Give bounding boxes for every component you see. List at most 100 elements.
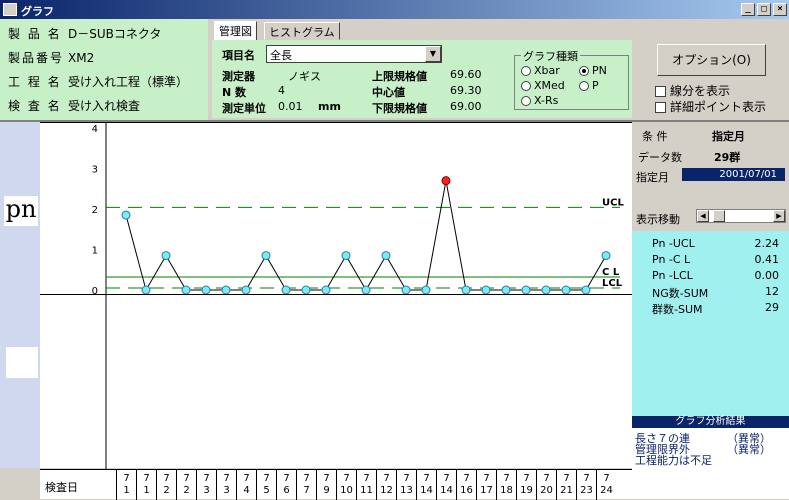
lsl-value: 69.00: [450, 100, 482, 113]
date-month: 7: [243, 473, 250, 484]
data-point: [201, 285, 211, 294]
data-point: [381, 251, 391, 261]
date-month: 7: [283, 473, 290, 484]
date-cell: 73: [216, 470, 236, 500]
unit-suffix: mm: [318, 100, 341, 113]
title-bar[interactable]: グラフ _ □ ×: [0, 0, 789, 19]
data-point: [281, 285, 291, 294]
control-panel: 項目名 全長 ▼ 測定器 ノギス N 数 4 測定単位 0.01 mm 上限規格…: [212, 40, 632, 118]
product-no-value: XM2: [68, 51, 95, 65]
scroll-thumb[interactable]: [713, 210, 725, 222]
close-button[interactable]: ×: [773, 3, 787, 16]
tab-histogram[interactable]: ヒストグラム: [264, 22, 340, 40]
options-button[interactable]: オプション(O): [657, 44, 766, 76]
radio-xmed[interactable]: XMed: [521, 79, 565, 92]
date-month: 7: [503, 473, 510, 484]
data-point: [181, 285, 191, 294]
date-cell: 7 18: [496, 470, 516, 500]
date-day: 6: [283, 485, 290, 496]
date-month: 7: [263, 473, 270, 484]
usl-value: 69.60: [450, 68, 482, 81]
stat-label: NG数-SUM: [652, 287, 709, 300]
date-cell: 74: [236, 470, 256, 500]
date-month: 7: [423, 473, 430, 484]
radio-dot[interactable]: [521, 66, 531, 76]
date-cell: 73: [196, 470, 216, 500]
show-detail-checkbox[interactable]: 詳細ポイント表示: [655, 98, 766, 115]
date-day: 2: [183, 485, 190, 496]
condition-panel: 条 件 指定月 データ数 29群 指定月 2001/07/01 表示移動 ◀ ▶: [632, 122, 789, 230]
chevron-down-icon[interactable]: ▼: [425, 46, 441, 62]
out-of-control-point: [441, 176, 451, 186]
radio-dot[interactable]: [579, 81, 589, 91]
date-cell: 7 14: [416, 470, 436, 500]
checkbox-label: 線分を表示: [670, 84, 731, 98]
checkbox-box[interactable]: [655, 86, 666, 97]
data-count-value: 29群: [714, 151, 741, 164]
maximize-button[interactable]: □: [757, 3, 771, 16]
date-cell: 77: [296, 470, 316, 500]
date-month: 7: [183, 473, 190, 484]
nav-label: 表示移動: [636, 213, 680, 226]
radio-x-rs[interactable]: X-Rs: [521, 94, 558, 107]
scroll-right-icon[interactable]: ▶: [773, 210, 785, 222]
stat-label: Pn -LCL: [652, 269, 693, 282]
date-day: 21: [560, 485, 573, 496]
product-name-label: 製 品 名: [8, 27, 62, 41]
window-title: グラフ: [21, 5, 54, 18]
stat-value: 12: [765, 285, 779, 298]
date-cell: 7 21: [556, 470, 576, 500]
date-day: 4: [243, 485, 250, 496]
pn-chart-area: 0 1 2 3 4 UCL C L LCL: [40, 122, 632, 294]
process-row: 工 程 名受け入れ工程（標準）: [8, 73, 188, 90]
checkbox-label: 詳細ポイント表示: [670, 100, 767, 114]
data-point: [421, 285, 431, 294]
chart-type-label: pn: [4, 196, 38, 226]
month-field[interactable]: 2001/07/01: [682, 168, 785, 181]
radio-pn[interactable]: PN: [579, 64, 607, 77]
radio-label: Xbar: [534, 64, 560, 77]
radio-dot[interactable]: [521, 96, 531, 106]
data-point: [561, 285, 571, 294]
item-select[interactable]: 全長 ▼: [266, 45, 442, 63]
date-day: 9: [323, 485, 330, 496]
statistics-panel: Pn -UCL 2.24 Pn -C L 0.41 Pn -LCL 0.00 NG数-SUM…: [632, 231, 789, 416]
item-select-value: 全長: [270, 49, 292, 62]
data-point: [141, 285, 151, 294]
radio-p[interactable]: P: [579, 79, 599, 92]
product-no-label: 製品番号: [8, 51, 65, 65]
ucl-label: UCL: [602, 197, 624, 208]
date-month: 7: [543, 473, 550, 484]
data-point: [261, 251, 271, 261]
stat-value: 0.00: [754, 269, 780, 282]
product-name-row: 製 品 名 D－SUBコネクタ: [8, 25, 161, 42]
cl-label: C L: [602, 267, 620, 278]
inspection-row: 検 査 名受け入れ検査: [8, 97, 140, 114]
date-month: 7: [343, 473, 350, 484]
date-cell: 7 24: [596, 470, 616, 500]
date-cell: 76: [276, 470, 296, 500]
data-point: [581, 285, 591, 294]
radio-dot[interactable]: [579, 66, 589, 76]
data-point: [221, 285, 231, 294]
date-day: 3: [223, 485, 230, 496]
date-cell: 72: [156, 470, 176, 500]
checkbox-box[interactable]: [655, 102, 666, 113]
data-point: [481, 285, 491, 294]
data-point: [341, 251, 351, 261]
scroll-left-icon[interactable]: ◀: [697, 210, 709, 222]
date-day: 14: [420, 485, 433, 496]
tab-control-chart[interactable]: 管理図: [214, 21, 257, 41]
nav-scrollbar[interactable]: ◀ ▶: [696, 209, 786, 223]
show-segment-checkbox[interactable]: 線分を表示: [655, 82, 730, 99]
date-cell: 7 12: [376, 470, 396, 500]
minimize-button[interactable]: _: [741, 3, 755, 16]
date-cell: 7 16: [456, 470, 476, 500]
radio-dot[interactable]: [521, 81, 531, 91]
radio-xbar[interactable]: Xbar: [521, 64, 560, 77]
graph-type-legend: グラフ種類: [521, 48, 580, 64]
condition-label: 条 件: [642, 130, 668, 143]
product-info-panel: 製 品 名 D－SUBコネクタ 製品番号 XM2 工 程 名受け入れ工程（標準） 検…: [0, 19, 208, 120]
app-icon: [3, 3, 17, 16]
y-tick-label: 1: [92, 246, 98, 257]
